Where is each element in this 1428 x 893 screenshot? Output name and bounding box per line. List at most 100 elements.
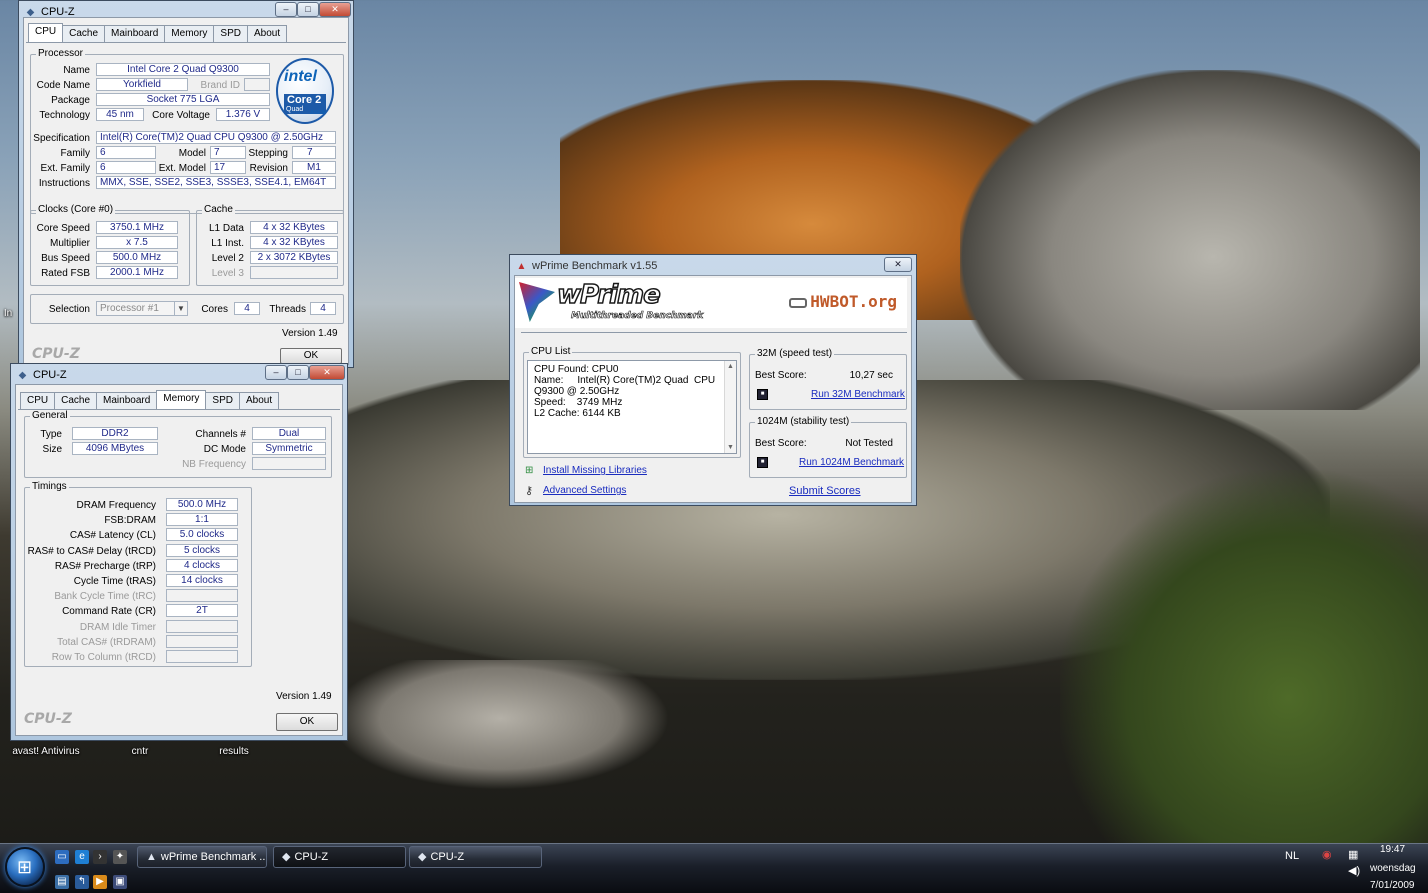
cpu-list-line: Speed: 3749 MHz (534, 397, 623, 408)
cpuz-task-icon: ◆ (418, 851, 427, 863)
media-player-icon[interactable]: ▶ (93, 875, 107, 889)
extmodel-label: Ext. Model (158, 163, 206, 174)
timing-value (166, 619, 238, 633)
tab-memory[interactable]: Memory (164, 25, 215, 42)
tab-cache[interactable]: Cache (62, 25, 106, 42)
wallpaper-stone (330, 660, 670, 790)
quicklaunch-icon-8[interactable]: ▣ (113, 875, 127, 889)
wprime-logo-name: wPrime (556, 279, 661, 311)
command-prompt-icon[interactable]: › (93, 850, 107, 864)
close-button[interactable]: ✕ (884, 257, 912, 272)
save-disk-icon[interactable]: ■ (757, 457, 768, 468)
submit-scores-link[interactable]: Submit Scores (789, 485, 861, 497)
level3-value (250, 266, 338, 279)
tab-mainboard[interactable]: Mainboard (96, 392, 158, 409)
intel-core2-quad-logo: intel Core 2 Quad inside (276, 58, 334, 124)
tab-about[interactable]: About (238, 392, 280, 409)
tab-cache[interactable]: Cache (54, 392, 98, 409)
cpuz-cpu-window: ◆ CPU-Z – □ ✕ CPU Cache Mainboard Memory … (18, 0, 354, 368)
window-title: CPU-Z (33, 369, 67, 381)
processor-select[interactable]: Processor #1 ▼ (96, 301, 188, 316)
multiplier-label: Multiplier (49, 238, 90, 249)
minimize-button[interactable]: – (275, 2, 297, 17)
hwbot-logo[interactable]: HWBOT.org (789, 292, 897, 311)
timing-label: Total CAS# (tRDRAM) (57, 636, 156, 648)
tab-about[interactable]: About (246, 25, 288, 42)
technology-label: Technology (39, 110, 90, 121)
desktop-icon-results[interactable]: results (194, 746, 274, 757)
timing-value: 5 clocks (166, 543, 238, 557)
stability-best-label: Best Score: (755, 438, 807, 449)
cpu-list-scrollbar[interactable]: ▲ ▼ (724, 361, 736, 453)
stability-best-value: Not Tested (845, 438, 893, 449)
quicklaunch-icon-6[interactable]: ↰ (75, 875, 89, 889)
key-icon: ⚷ (525, 485, 534, 497)
cpu-name-value: Intel Core 2 Quad Q9300 (96, 63, 270, 76)
taskbar-button-cpuz-2[interactable]: ◆ CPU-Z (409, 846, 542, 868)
bus-speed-label: Bus Speed (41, 253, 90, 264)
clock-time[interactable]: 19:47 (1380, 844, 1405, 855)
multiplier-value: x 7.5 (96, 236, 178, 249)
bus-speed-value: 500.0 MHz (96, 251, 178, 264)
level2-label: Level 2 (211, 253, 244, 264)
maximize-button[interactable]: □ (297, 2, 319, 17)
close-button[interactable]: ✕ (309, 365, 345, 380)
volume-icon[interactable]: ◀) (1348, 864, 1360, 877)
cpu-list-box[interactable]: CPU Found: CPU0 Name: Intel(R) Core(TM)2… (527, 360, 737, 454)
timing-value: 14 clocks (166, 574, 238, 587)
start-button[interactable]: ⊞ (5, 847, 45, 887)
tool-icon[interactable]: ✦ (113, 850, 127, 864)
timing-value: 2T (166, 604, 238, 618)
run-32m-link[interactable]: Run 32M Benchmark (811, 389, 905, 400)
stepping-label: Stepping (248, 148, 288, 159)
wprime-logo-sub: Multithreaded Benchmark (571, 311, 704, 322)
intel-logo-brand: intel (284, 68, 317, 85)
voltage-label: Core Voltage (152, 110, 210, 121)
close-button[interactable]: ✕ (319, 2, 351, 17)
speed-best-label: Best Score: (755, 370, 807, 381)
cpuz-app-icon: ◆ (26, 6, 35, 18)
timings-group-title: Timings (30, 481, 69, 492)
cpu-list-line: CPU Found: CPU0 (534, 364, 619, 375)
revision-value: M1 (292, 161, 336, 174)
memory-type-value: DDR2 (72, 427, 158, 440)
advanced-settings-link[interactable]: Advanced Settings (543, 485, 626, 496)
brandid-label: Brand ID (200, 80, 240, 91)
dc-mode-label: DC Mode (203, 444, 246, 455)
stability-test-title: 1024M (stability test) (755, 416, 852, 427)
tab-cpu[interactable]: CPU (20, 392, 56, 409)
show-desktop-icon[interactable]: ▭ (55, 850, 69, 864)
ok-button[interactable]: OK (276, 713, 338, 731)
wprime-titlebar[interactable]: ▲ wPrime Benchmark v1.55 (510, 255, 916, 277)
timing-value (166, 650, 238, 663)
network-tray-icon[interactable]: ▦ (1348, 848, 1358, 861)
tab-mainboard[interactable]: Mainboard (104, 25, 166, 42)
cpuz-logo: CPU-Z (24, 711, 72, 727)
language-indicator[interactable]: NL (1285, 850, 1299, 862)
taskbar-button-cpuz-1[interactable]: ◆ CPU-Z (273, 846, 406, 868)
internet-explorer-icon[interactable]: e (75, 850, 89, 864)
l1-inst-label: L1 Inst. (211, 238, 244, 249)
nb-frequency-value (252, 457, 326, 470)
minimize-button[interactable]: – (265, 365, 287, 380)
maximize-button[interactable]: □ (287, 365, 309, 380)
tab-memory[interactable]: Memory (156, 390, 207, 409)
desktop-icon-cntr[interactable]: cntr (100, 746, 180, 757)
tab-spd[interactable]: SPD (213, 25, 248, 42)
save-disk-icon[interactable]: ■ (757, 389, 768, 400)
memory-type-label: Type (40, 429, 62, 440)
stepping-value: 7 (292, 146, 336, 159)
run-1024m-link[interactable]: Run 1024M Benchmark (799, 457, 904, 468)
level2-value: 2 x 3072 KBytes (250, 251, 338, 264)
taskbar-button-wprime[interactable]: ▲ wPrime Benchmark ... (137, 846, 267, 868)
install-libraries-link[interactable]: Install Missing Libraries (543, 465, 647, 476)
l1-data-label: L1 Data (208, 223, 244, 234)
tab-spd[interactable]: SPD (205, 392, 240, 409)
quicklaunch-icon-5[interactable]: ▤ (55, 875, 69, 889)
ok-button[interactable]: OK (280, 348, 342, 364)
desktop-icon-avast[interactable]: avast! Antivirus (6, 746, 86, 757)
avast-tray-icon[interactable]: ◉ (1322, 848, 1332, 861)
tab-cpu[interactable]: CPU (28, 23, 64, 42)
level3-label: Level 3 (211, 268, 244, 279)
timing-value: 4 clocks (166, 558, 238, 572)
